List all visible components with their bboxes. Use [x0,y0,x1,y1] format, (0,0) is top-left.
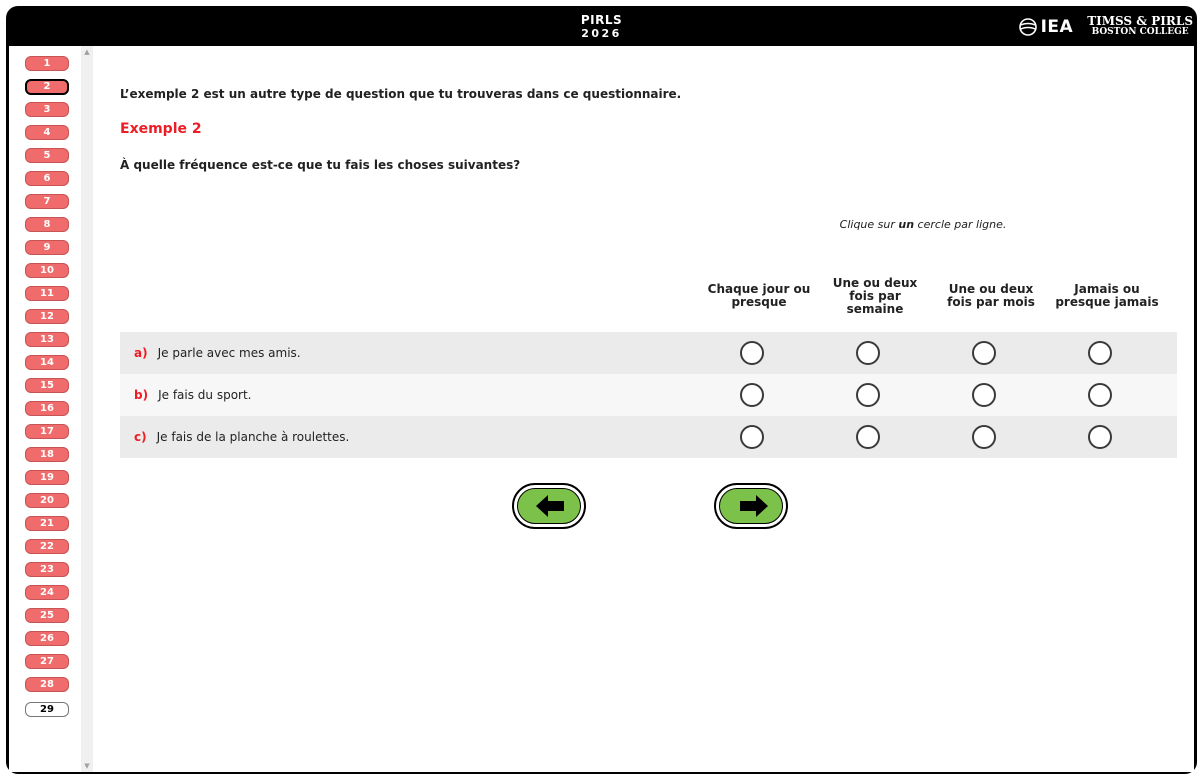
next-button[interactable] [714,483,788,529]
radio-option[interactable] [856,341,880,365]
nav-question-14[interactable]: 14 [25,355,69,370]
radio-option[interactable] [972,425,996,449]
nav-question-2[interactable]: 2 [25,79,69,95]
nav-question-25[interactable]: 25 [25,608,69,623]
scroll-down-icon[interactable]: ▼ [81,760,93,772]
radio-option[interactable] [1088,383,1112,407]
radio-option[interactable] [856,383,880,407]
radio-option[interactable] [740,425,764,449]
question-row: b) Je fais du sport. [120,374,1177,416]
radio-option[interactable] [1088,341,1112,365]
radio-option[interactable] [740,341,764,365]
question-text: À quelle fréquence est-ce que tu fais le… [120,158,521,172]
row-label: b) Je fais du sport. [134,374,252,416]
nav-question-27[interactable]: 27 [25,654,69,669]
iea-logo: IEA [1040,17,1074,37]
row-label: c) Je fais de la planche à roulettes. [134,416,349,458]
row-letter: c) [134,430,147,444]
column-header: Une ou deux fois par semaine [832,275,918,316]
nav-question-22[interactable]: 22 [25,539,69,554]
nav-question-4[interactable]: 4 [25,125,69,140]
nav-question-9[interactable]: 9 [25,240,69,255]
nav-question-24[interactable]: 24 [25,585,69,600]
top-bar: PIRLS 2026 IEA TIMSS & PIRLS BOSTON COLL… [6,6,1197,46]
nav-question-13[interactable]: 13 [25,332,69,347]
nav-question-28[interactable]: 28 [25,677,69,692]
arrow-right-icon [740,495,768,517]
instruction-part: Clique sur [839,218,899,231]
row-label: a) Je parle avec mes amis. [134,332,301,374]
nav-question-8[interactable]: 8 [25,217,69,232]
nav-question-19[interactable]: 19 [25,470,69,485]
intro-text: L’exemple 2 est un autre type de questio… [120,87,682,101]
nav-question-11[interactable]: 11 [25,286,69,301]
row-text: Je fais du sport. [158,388,252,402]
timss-pirls-name: TIMSS & PIRLS [1087,14,1193,28]
question-row: c) Je fais de la planche à roulettes. [120,416,1177,458]
nav-question-17[interactable]: 17 [25,424,69,439]
column-header: Jamais ou presque jamais [1055,282,1159,309]
instruction-part: cercle par ligne. [914,218,1007,231]
nav-question-29[interactable]: 29 [25,702,69,717]
previous-button[interactable] [512,483,586,529]
scroll-up-icon[interactable]: ▲ [81,46,93,58]
nav-question-7[interactable]: 7 [25,194,69,209]
nav-question-16[interactable]: 16 [25,401,69,416]
row-letter: a) [134,346,148,360]
nav-question-18[interactable]: 18 [25,447,69,462]
radio-option[interactable] [972,383,996,407]
row-letter: b) [134,388,149,402]
nav-question-3[interactable]: 3 [25,102,69,117]
nav-question-20[interactable]: 20 [25,493,69,508]
radio-option[interactable] [1088,425,1112,449]
column-header: Une ou deux fois par mois [947,282,1035,309]
radio-option[interactable] [856,425,880,449]
instruction-text: Clique sur un cercle par ligne. [753,218,1093,231]
nav-question-6[interactable]: 6 [25,171,69,186]
partner-logos: IEA TIMSS & PIRLS BOSTON COLLEGE [1018,14,1193,40]
nav-question-5[interactable]: 5 [25,148,69,163]
row-text: Je fais de la planche à roulettes. [156,430,350,444]
instruction-emphasis: un [898,218,915,231]
content-area: 1 2 3 4 5 6 7 8 9 10 11 12 13 14 15 16 17 18 19 20 21 22 23 24 2… [9,46,1194,772]
nav-question-23[interactable]: 23 [25,562,69,577]
example-title: Exemple 2 [120,121,202,137]
nav-question-12[interactable]: 12 [25,309,69,324]
question-panel: L’exemple 2 est un autre type de questio… [93,46,1194,772]
globe-icon [1018,18,1037,36]
nav-question-26[interactable]: 26 [25,631,69,646]
nav-question-21[interactable]: 21 [25,516,69,531]
boston-college-name: BOSTON COLLEGE [1091,27,1189,37]
radio-option[interactable] [972,341,996,365]
timss-pirls-logo: TIMSS & PIRLS BOSTON COLLEGE [1087,14,1193,38]
column-header: Chaque jour ou presque [707,282,811,309]
question-row: a) Je parle avec mes amis. [120,332,1177,374]
scrollbar[interactable]: ▲ ▼ [81,46,93,772]
question-nav: 1 2 3 4 5 6 7 8 9 10 11 12 13 14 15 16 17 18 19 20 21 22 23 24 2… [9,46,81,772]
row-text: Je parle avec mes amis. [157,346,301,360]
nav-question-10[interactable]: 10 [25,263,69,278]
radio-option[interactable] [740,383,764,407]
nav-question-1[interactable]: 1 [25,56,69,71]
arrow-left-icon [536,495,564,517]
nav-question-15[interactable]: 15 [25,378,69,393]
